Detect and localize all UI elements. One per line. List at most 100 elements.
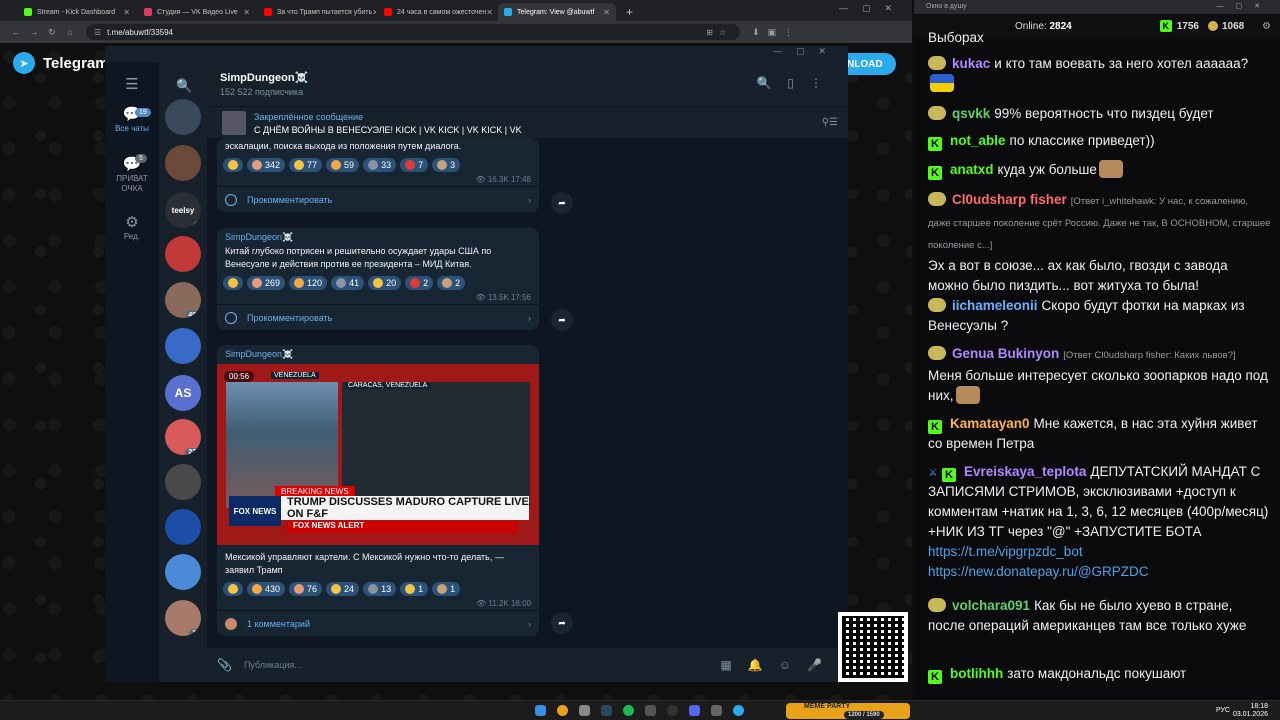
tg-window-controls[interactable]: —▢✕ bbox=[105, 46, 848, 62]
reaction-pill[interactable]: 120 bbox=[289, 276, 328, 290]
tab-vk-studio[interactable]: Студия — VK Видео Live ✕ bbox=[138, 3, 256, 21]
language-indicator[interactable]: РУС bbox=[1216, 707, 1230, 714]
comment-button[interactable]: 1 комментарий › bbox=[217, 610, 539, 636]
close-tab-icon[interactable]: ✕ bbox=[123, 8, 130, 17]
windows-start-icon[interactable] bbox=[535, 705, 546, 716]
app-icon[interactable] bbox=[711, 705, 722, 716]
reaction-pill[interactable]: 342 bbox=[247, 158, 286, 172]
chat-avatar[interactable] bbox=[165, 554, 201, 590]
chat-username[interactable]: Genua Bukinyon bbox=[952, 346, 1059, 361]
chat-avatar[interactable]: teelsy 1 bbox=[165, 192, 201, 228]
chrome-icon[interactable] bbox=[557, 705, 568, 716]
chat-avatar[interactable]: 14 bbox=[165, 600, 201, 636]
app-icon[interactable] bbox=[645, 705, 656, 716]
tab-telegram[interactable]: Telegram: View @abuwtf ✕ bbox=[498, 3, 616, 21]
spotify-icon[interactable] bbox=[623, 705, 634, 716]
chat-avatar[interactable] bbox=[165, 145, 201, 181]
reaction-pill[interactable]: 1 bbox=[400, 582, 429, 596]
obs-icon[interactable] bbox=[667, 705, 678, 716]
attach-icon[interactable]: 📎 bbox=[217, 658, 232, 672]
reaction-pill[interactable]: 3 bbox=[432, 158, 461, 172]
share-button[interactable]: ➦ bbox=[551, 612, 573, 634]
chat-username[interactable]: anatxd bbox=[950, 162, 994, 177]
app-icon[interactable] bbox=[579, 705, 590, 716]
reaction-pill[interactable]: 430 bbox=[247, 582, 286, 596]
chat-avatar[interactable]: AS bbox=[165, 375, 201, 411]
reaction-pill[interactable] bbox=[223, 276, 243, 290]
composer-input[interactable]: Публикация... bbox=[244, 660, 302, 670]
folder-all-chats[interactable]: 💬 19 Все чаты bbox=[105, 106, 159, 152]
folder-edit[interactable]: ⚙ Ред. bbox=[105, 210, 159, 250]
reaction-pill[interactable]: 7 bbox=[400, 158, 429, 172]
reload-icon[interactable]: ↻ bbox=[44, 27, 60, 38]
reaction-pill[interactable]: 24 bbox=[326, 582, 360, 596]
reaction-pill[interactable] bbox=[223, 582, 243, 596]
reaction-pill[interactable]: 2 bbox=[405, 276, 434, 290]
chat-username[interactable]: kukac bbox=[952, 56, 990, 71]
site-info-icon[interactable]: ☰ bbox=[94, 28, 101, 37]
chat-username[interactable]: qsvkk bbox=[952, 106, 990, 121]
chat-username[interactable]: botlihhh bbox=[950, 666, 1003, 681]
chat-link[interactable]: https://t.me/vipgrpzdc_bot bbox=[928, 544, 1083, 559]
reaction-pill[interactable]: 59 bbox=[326, 158, 360, 172]
chat-avatar[interactable] bbox=[165, 99, 201, 135]
telegram-taskbar-icon[interactable] bbox=[733, 705, 744, 716]
toolbar-actions[interactable]: ⬇▣⋮ bbox=[752, 27, 801, 38]
search-icon[interactable]: 🔍 bbox=[176, 78, 192, 94]
reaction-pill[interactable]: 77 bbox=[289, 158, 323, 172]
new-tab-button[interactable]: + bbox=[618, 5, 641, 21]
back-icon[interactable]: ← bbox=[8, 27, 24, 37]
chat-avatar[interactable]: 221 bbox=[165, 419, 201, 455]
reaction-pill[interactable] bbox=[223, 158, 243, 172]
reaction-pill[interactable]: 1 bbox=[432, 582, 461, 596]
pinned-list-icon[interactable]: ⚲☰ bbox=[822, 117, 838, 128]
close-tab-icon[interactable]: ✕ bbox=[486, 8, 493, 17]
popup-window-controls[interactable]: —▢✕ bbox=[1217, 2, 1272, 10]
close-tab-icon[interactable]: ✕ bbox=[603, 8, 610, 17]
comment-button[interactable]: Прокомментировать › bbox=[217, 186, 539, 212]
video-player[interactable]: 00:56 VENEZUELA CARACAS, VENEZUELA BREAK… bbox=[217, 364, 539, 545]
share-button[interactable]: ➦ bbox=[551, 192, 573, 214]
channel-header[interactable]: SimpDungeon☠️ 152 522 подписчика 🔍▯⋮ bbox=[207, 62, 848, 106]
steam-icon[interactable] bbox=[601, 705, 612, 716]
reaction-pill[interactable]: 76 bbox=[289, 582, 323, 596]
chat-link[interactable]: https://new.donatepay.ru/@GRPZDC bbox=[928, 564, 1149, 579]
chat-username[interactable]: iichameleonii bbox=[952, 298, 1038, 313]
close-tab-icon[interactable]: ✕ bbox=[243, 8, 250, 17]
chat-avatar[interactable]: 2 bbox=[165, 328, 201, 364]
chat-avatar[interactable] bbox=[165, 509, 201, 545]
tab-youtube-trump[interactable]: За что Трамп пытается убить ✕ bbox=[258, 3, 376, 21]
reaction-pill[interactable]: 41 bbox=[331, 276, 365, 290]
tab-kick-dashboard[interactable]: Stream - Kick Dashboard ✕ bbox=[18, 3, 136, 21]
chat-username[interactable]: Cl0udsharp fisher bbox=[952, 192, 1067, 207]
comment-button[interactable]: Прокомментировать › bbox=[217, 304, 539, 330]
chat-username[interactable]: not_able bbox=[950, 133, 1006, 148]
window-controls[interactable]: —▢✕ bbox=[839, 3, 906, 14]
address-bar[interactable]: ☰ t.me/abuwtf/33594 ⊞☆ bbox=[86, 24, 740, 40]
folder-private[interactable]: 💬 5 ПРИВАТ ОЧКА bbox=[105, 152, 159, 210]
omnibox-actions[interactable]: ⊞☆ bbox=[706, 28, 732, 37]
reaction-pill[interactable]: 2 bbox=[437, 276, 466, 290]
chat-avatar[interactable]: 483 bbox=[165, 282, 201, 318]
close-tab-icon[interactable]: ✕ bbox=[372, 8, 376, 17]
menu-button[interactable]: ☰ bbox=[105, 62, 159, 106]
header-actions[interactable]: 🔍▯⋮ bbox=[756, 76, 838, 90]
pinned-message-bar[interactable]: Закреплённое сообщение С ДНЁМ ВОЙНЫ В ВЕ… bbox=[207, 106, 848, 138]
reaction-pill[interactable]: 269 bbox=[247, 276, 286, 290]
chat-avatar[interactable] bbox=[165, 464, 201, 500]
tab-youtube-24h[interactable]: 24 часа в самом ожесточен ✕ bbox=[378, 3, 496, 21]
system-clock[interactable]: 18:18 03.01.2026 bbox=[1233, 703, 1268, 719]
home-icon[interactable]: ⌂ bbox=[62, 27, 78, 37]
reaction-pill[interactable]: 33 bbox=[363, 158, 397, 172]
composer-actions[interactable]: ▦🔔☺🎤 bbox=[721, 658, 838, 672]
reaction-pill[interactable]: 13 bbox=[363, 582, 397, 596]
share-button[interactable]: ➦ bbox=[551, 309, 573, 331]
chat-avatar[interactable] bbox=[165, 236, 201, 272]
chat-username[interactable]: volchara091 bbox=[952, 598, 1030, 613]
discord-icon[interactable] bbox=[689, 705, 700, 716]
chat-username[interactable]: Evreiskaya_teplota bbox=[964, 464, 1086, 479]
chat-username[interactable]: Kamatayan0 bbox=[950, 416, 1030, 431]
reaction-pill[interactable]: 20 bbox=[368, 276, 402, 290]
forward-icon[interactable]: → bbox=[26, 27, 42, 37]
media-widget[interactable]: MEME PARTY 1200 / 1590 bbox=[786, 703, 910, 719]
